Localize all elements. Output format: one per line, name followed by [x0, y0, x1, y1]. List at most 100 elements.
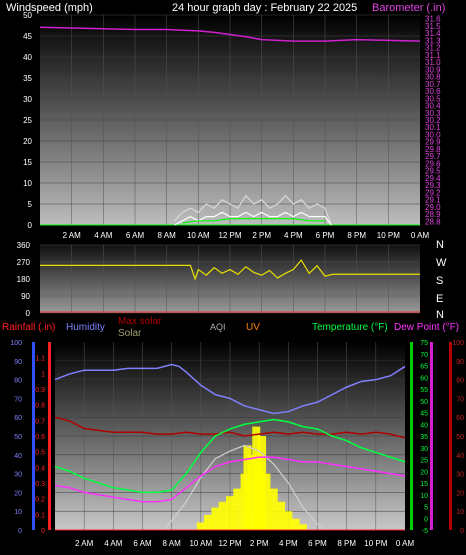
compass-labels: N W S E N: [436, 239, 447, 321]
solar-bar: [218, 501, 227, 530]
direction-tick-label: 180: [17, 275, 31, 284]
direction-tick-label: 90: [21, 292, 30, 301]
rain-axis-bar: [48, 342, 51, 530]
rain-tick-label: 1.1: [35, 356, 45, 363]
solar-tick-label: 60: [456, 415, 464, 422]
humidity-tick-label: 50: [14, 434, 22, 441]
temperature-tick-label: 70: [420, 352, 428, 359]
legend-solar: Solar: [118, 328, 142, 339]
temperature-tick-label: 50: [420, 399, 428, 406]
rain-tick-label: 0.3: [35, 481, 45, 488]
windspeed-tick-label: 50: [23, 11, 32, 20]
legend-aqi: AQI: [210, 322, 226, 332]
solar-tick-label: 30: [456, 472, 464, 479]
solar-bar: [269, 488, 278, 530]
rain-tick-label: 0: [41, 528, 45, 535]
temperature-axis-bar: [410, 342, 413, 530]
solar-bar: [233, 488, 242, 530]
solar-tick-label: 100: [452, 340, 464, 347]
time-tick-label: 8 PM: [337, 539, 356, 548]
solar-bar: [196, 522, 205, 530]
solar-tick-label: 40: [456, 453, 464, 460]
temperature-tick-label: -5: [422, 528, 428, 535]
rain-tick-label: 0.1: [35, 512, 45, 519]
direction-tick-label: 0: [26, 309, 31, 318]
temperature-tick-label: 35: [420, 434, 428, 441]
temperature-tick-label: 45: [420, 411, 428, 418]
humidity-tick-label: 40: [14, 453, 22, 460]
humidity-tick-label: 70: [14, 396, 22, 403]
time-tick-label: 6 AM: [133, 539, 152, 548]
compass-e: E: [436, 293, 443, 305]
humidity-tick-label: 90: [14, 359, 22, 366]
humidity-tick-label: 30: [14, 472, 22, 479]
temperature-tick-label: 65: [420, 364, 428, 371]
barometer-tick-label: 31.6: [425, 15, 441, 24]
time-tick-label: 2 AM: [63, 231, 82, 240]
time-tick-label: 6 AM: [126, 231, 145, 240]
time-tick-label: 10 AM: [189, 539, 212, 548]
dewpoint-axis-bar: [430, 342, 433, 530]
solar-tick-label: 70: [456, 396, 464, 403]
time-tick-label: 2 PM: [252, 231, 271, 240]
windspeed-tick-label: 30: [23, 95, 32, 104]
legend-humidity: Humidity: [66, 322, 105, 333]
legend-uv: UV: [246, 322, 260, 333]
legend-rainfall: Rainfall (.in): [2, 322, 55, 333]
humidity-ticks: 0 10 20 30 40 50 60 70 80 90 100: [10, 340, 22, 535]
humidity-tick-label: 10: [14, 509, 22, 516]
rain-tick-label: 0.7: [35, 418, 45, 425]
direction-tick-label: 270: [17, 258, 31, 267]
weather-graph: Windspeed (mph) 24 hour graph day : Febr…: [2, 2, 464, 548]
solar-bar: [277, 501, 286, 530]
time-tick-label: 10 PM: [364, 539, 387, 548]
temperature-tick-label: 10: [420, 493, 428, 500]
time-ticks-bottom: 2 AM 4 AM 6 AM 8 AM 10 AM 12 PM 2 PM 4 PM 6 PM 8 …: [75, 539, 414, 548]
humidity-tick-label: 20: [14, 490, 22, 497]
time-tick-label: 4 PM: [279, 539, 298, 548]
windspeed-tick-label: 45: [23, 32, 32, 41]
rain-tick-label: 0.5: [35, 450, 45, 457]
legend-max-solar: Max solar: [118, 316, 162, 327]
temperature-tick-label: 20: [420, 469, 428, 476]
direction-tick-label: 360: [17, 241, 31, 250]
humidity-tick-label: 60: [14, 415, 22, 422]
solar-tick-label: 10: [456, 509, 464, 516]
rain-tick-label: 0.9: [35, 387, 45, 394]
windspeed-tick-label: 35: [23, 74, 32, 83]
temperature-tick-label: 75: [420, 340, 428, 347]
rain-tick-label: 0.8: [35, 403, 45, 410]
rain-ticks: 0 0.1 0.2 0.3 0.4 0.5 0.6 0.7 0.8 0.9 1 1.1: [35, 356, 45, 535]
time-tick-label: 4 AM: [94, 231, 113, 240]
solar-tick-label: 20: [456, 490, 464, 497]
solar-tick-label: 80: [456, 378, 464, 385]
solar-bar: [226, 496, 234, 530]
rain-tick-label: 0.4: [35, 465, 45, 472]
time-ticks-top: 2 AM 4 AM 6 AM 8 AM 10 AM 12 PM 2 PM 4 PM 6 PM 8 …: [63, 231, 430, 240]
time-tick-label: 10 PM: [377, 231, 400, 240]
time-tick-label: 10 AM: [187, 231, 210, 240]
windspeed-ticks: 0 5 10 15 20 25 30 35 40 45 50: [23, 11, 32, 230]
solar-bar: [298, 524, 307, 530]
solar-bar: [262, 473, 271, 530]
rain-tick-label: 0.2: [35, 497, 45, 504]
windspeed-tick-label: 15: [23, 158, 32, 167]
temperature-tick-label: 30: [420, 446, 428, 453]
time-tick-label: 12 PM: [218, 539, 241, 548]
compass-n-bottom: N: [436, 309, 444, 321]
time-tick-label: 2 AM: [75, 539, 94, 548]
windspeed-tick-label: 40: [23, 53, 32, 62]
temperature-tick-label: 5: [424, 505, 428, 512]
barometer-ticks: 28.828.929.029.129.229.329.429.529.629.7…: [425, 15, 441, 227]
humidity-tick-label: 80: [14, 378, 22, 385]
temperature-tick-label: 15: [420, 481, 428, 488]
windspeed-tick-label: 0: [28, 221, 33, 230]
solar-bar: [291, 518, 300, 530]
legend-temperature: Temperature (°F): [312, 322, 388, 333]
compass-n-top: N: [436, 239, 444, 251]
solar-tick-label: 0: [460, 528, 464, 535]
compass-s: S: [436, 275, 443, 287]
compass-w: W: [436, 257, 447, 269]
temperature-ticks: -5 0 5 10 15 20 25 30 35 40 45 50 55 60 65 70 75: [420, 340, 428, 535]
chart-title: 24 hour graph day : February 22 2025: [172, 2, 357, 14]
